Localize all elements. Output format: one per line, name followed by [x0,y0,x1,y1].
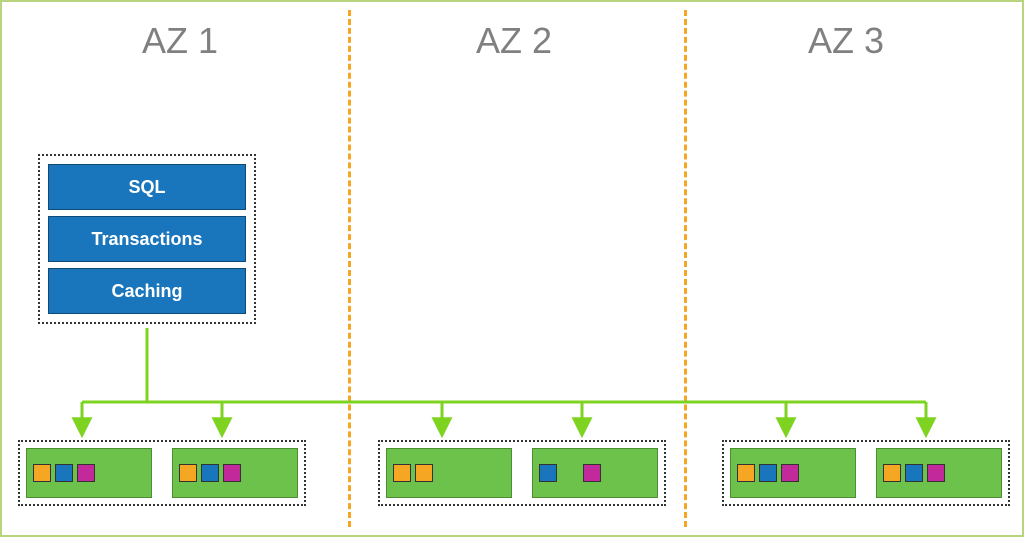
data-chip-orange [883,464,901,482]
zone-divider-2 [684,10,687,527]
architecture-diagram: AZ 1 AZ 2 AZ 3 SQL Transactions Caching [0,0,1024,537]
storage-node [172,448,298,498]
data-chip-magenta [77,464,95,482]
node-group-az3 [722,440,1010,506]
data-chip-orange [33,464,51,482]
zone-divider-1 [348,10,351,527]
storage-node [876,448,1002,498]
layer-transactions: Transactions [48,216,246,262]
data-chip-blue [539,464,557,482]
layer-sql: SQL [48,164,246,210]
data-chip-blue [55,464,73,482]
storage-node [532,448,658,498]
data-chip-magenta [583,464,601,482]
data-chip-orange [393,464,411,482]
data-chip-blue [201,464,219,482]
data-chip-magenta [927,464,945,482]
layer-caching: Caching [48,268,246,314]
data-chip-spacer [561,464,579,482]
zone-label-az2: AZ 2 [476,20,552,62]
service-stack: SQL Transactions Caching [38,154,256,324]
data-chip-blue [759,464,777,482]
data-chip-orange [179,464,197,482]
storage-node [386,448,512,498]
zone-label-az1: AZ 1 [142,20,218,62]
storage-node [730,448,856,498]
node-group-az2 [378,440,666,506]
storage-node [26,448,152,498]
data-chip-orange [415,464,433,482]
data-chip-magenta [781,464,799,482]
data-chip-orange [737,464,755,482]
node-group-az1 [18,440,306,506]
data-chip-magenta [223,464,241,482]
data-chip-blue [905,464,923,482]
zone-label-az3: AZ 3 [808,20,884,62]
